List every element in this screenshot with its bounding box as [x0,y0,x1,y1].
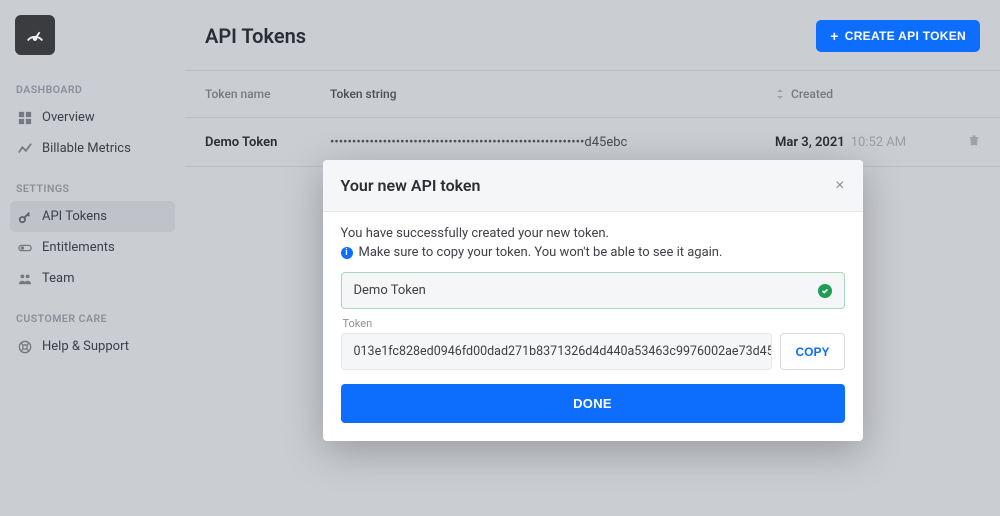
token-name-field[interactable]: Demo Token [341,272,845,309]
sidebar-item-overview[interactable]: Overview [10,102,175,133]
token-value-row: 013e1fc828ed0946fd00dad271b8371326d4d440… [341,333,845,370]
app-root: DASHBOARD Overview Billable Metrics SETT… [0,0,1000,516]
team-icon [18,272,32,286]
modal-warning-message: i Make sure to copy your token. You won'… [341,245,845,260]
modal-body: You have successfully created your new t… [323,212,863,441]
main-content: API Tokens + CREATE API TOKEN Token name… [185,0,1000,516]
sidebar-item-label: Help & Support [42,339,129,354]
sidebar-item-api-tokens[interactable]: API Tokens [10,201,175,232]
sidebar: DASHBOARD Overview Billable Metrics SETT… [0,0,185,516]
copy-button[interactable]: COPY [780,333,844,370]
modal-close-button[interactable]: × [835,177,844,195]
sidebar-item-entitlements[interactable]: Entitlements [10,232,175,263]
modal-title: Your new API token [341,176,481,195]
modal-success-message: You have successfully created your new t… [341,226,845,241]
info-icon: i [341,247,353,259]
gauge-icon [24,24,46,46]
lifebuoy-icon [18,340,32,354]
close-icon: × [835,177,844,194]
modal-header: Your new API token × [323,160,863,212]
done-button[interactable]: DONE [341,384,845,423]
toggle-icon [18,241,32,255]
sidebar-item-label: Team [42,271,75,286]
modal-overlay: Your new API token × You have successful… [185,0,1000,516]
token-name-value: Demo Token [354,283,426,298]
sidebar-item-billable-metrics[interactable]: Billable Metrics [10,133,175,164]
sidebar-item-team[interactable]: Team [10,263,175,294]
sidebar-item-label: API Tokens [42,209,107,224]
brand-logo[interactable] [15,15,55,55]
side-section-dashboard: DASHBOARD [16,83,175,96]
sidebar-item-label: Overview [42,110,95,125]
sidebar-item-label: Entitlements [42,240,115,255]
modal-warning-text: Make sure to copy your token. You won't … [359,245,723,260]
trend-icon [18,142,32,156]
key-icon [18,210,32,224]
side-section-customer-care: CUSTOMER CARE [16,312,175,325]
token-value-field[interactable]: 013e1fc828ed0946fd00dad271b8371326d4d440… [341,333,773,370]
token-field-label: Token [343,317,845,330]
new-token-modal: Your new API token × You have successful… [323,160,863,441]
grid-icon [18,111,32,125]
sidebar-item-help-support[interactable]: Help & Support [10,331,175,362]
side-section-settings: SETTINGS [16,182,175,195]
sidebar-item-label: Billable Metrics [42,141,131,156]
check-icon [818,284,832,298]
